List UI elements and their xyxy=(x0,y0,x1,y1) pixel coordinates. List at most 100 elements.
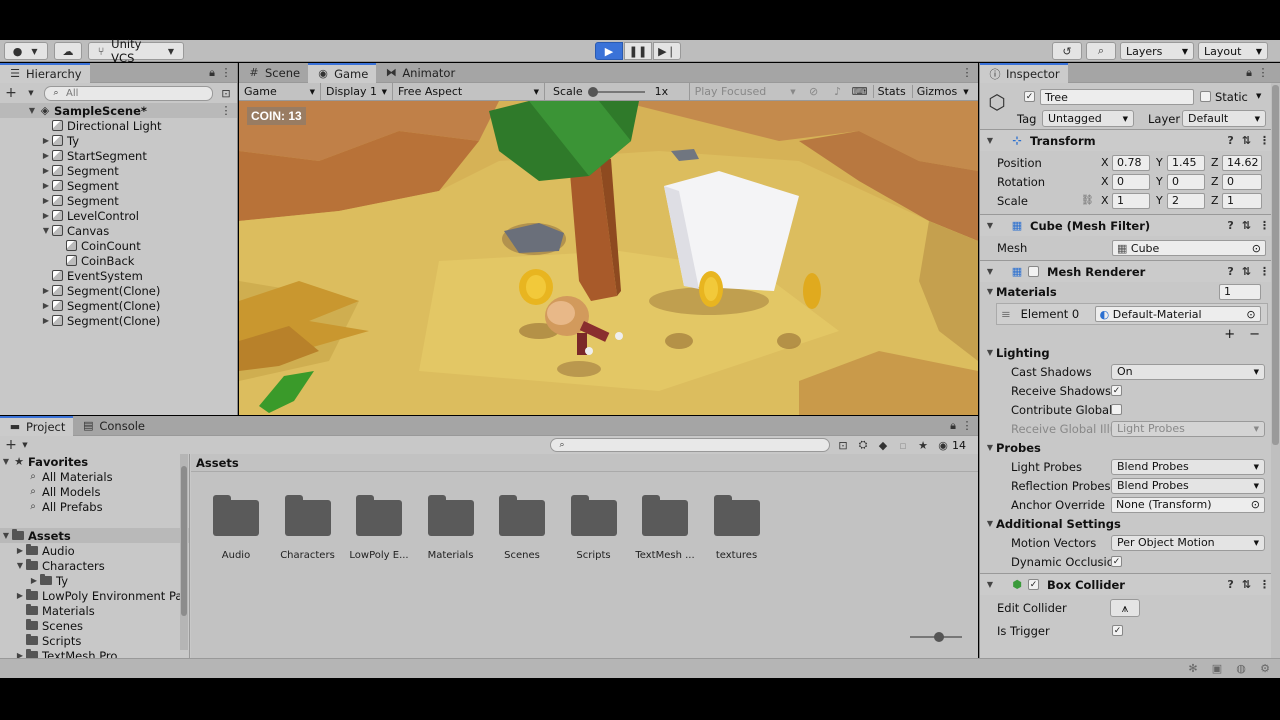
project-search[interactable]: ⌕ xyxy=(550,438,830,452)
tab-game[interactable]: ◉ Game xyxy=(308,62,377,83)
scrollbar-thumb[interactable] xyxy=(1272,85,1279,445)
expand-icon[interactable]: ▶ xyxy=(40,136,52,145)
icon-size-slider[interactable] xyxy=(910,632,962,642)
audio-icon[interactable]: ♪ xyxy=(831,85,845,99)
axis-y-label[interactable]: Y xyxy=(1156,194,1167,207)
step-button[interactable]: ▶❘ xyxy=(653,42,681,60)
kebab-menu-icon[interactable]: ⋮ xyxy=(219,66,233,80)
kebab-menu-icon[interactable]: ⋮ xyxy=(960,419,974,433)
expand-icon[interactable]: ▶ xyxy=(14,591,26,600)
axis-z-label[interactable]: Z xyxy=(1211,175,1222,188)
tab-scene[interactable]: # Scene xyxy=(239,63,308,83)
asset-tree-item[interactable]: ▶ TextMesh Pro xyxy=(0,648,189,658)
transform-rotation-x-field[interactable]: 0 xyxy=(1112,173,1150,190)
transform-position-x-field[interactable]: 0.78 xyxy=(1112,154,1150,171)
expand-icon[interactable]: ▼ xyxy=(14,561,26,570)
expand-icon[interactable]: ▶ xyxy=(40,151,52,160)
hierarchy-item[interactable]: ▶ Segment(Clone) xyxy=(0,283,237,298)
game-mode-dropdown[interactable]: Game ▼ xyxy=(239,83,321,100)
object-picker-icon[interactable]: ⊙ xyxy=(1246,308,1255,321)
scale-slider-knob[interactable] xyxy=(587,86,598,97)
chevron-down-icon[interactable]: ▼ xyxy=(18,438,32,452)
cloud-button[interactable]: ☁ xyxy=(54,42,82,60)
scene-root[interactable]: ▼ ◈ SampleScene* ⋮ xyxy=(0,103,237,118)
icon-size-slider-knob[interactable] xyxy=(934,632,944,642)
folder-asset[interactable]: Characters xyxy=(273,495,343,561)
tab-console[interactable]: ▤ Console xyxy=(73,416,153,436)
settings-icon[interactable]: ⚙ xyxy=(1258,662,1272,676)
display-dropdown[interactable]: Display 1 ▼ xyxy=(321,83,393,100)
help-icon[interactable]: ? xyxy=(1227,134,1233,147)
folder-asset[interactable]: LowPoly E... xyxy=(344,495,414,561)
axis-z-label[interactable]: Z xyxy=(1211,156,1222,169)
static-checkbox[interactable] xyxy=(1200,91,1211,102)
preset-icon[interactable]: ⇅ xyxy=(1242,219,1251,232)
asset-tree-item[interactable]: ▶ Audio xyxy=(0,543,189,558)
vcs-dropdown[interactable]: ⑂ Unity VCS ▼ xyxy=(88,37,184,65)
expand-icon[interactable]: ▼ xyxy=(984,348,996,357)
box-collider-enabled-checkbox[interactable]: ✓ xyxy=(1028,579,1039,590)
favorites-header[interactable]: ▼ ★ Favorites xyxy=(0,454,189,469)
hierarchy-item[interactable]: ▶ Ty xyxy=(0,133,237,148)
hierarchy-item[interactable]: ▶ StartSegment xyxy=(0,148,237,163)
bug-icon[interactable]: ✻ xyxy=(1186,662,1200,676)
axis-y-label[interactable]: Y xyxy=(1156,156,1167,169)
account-button[interactable]: ● ▼ xyxy=(4,42,48,60)
gizmos-button[interactable]: Gizmos xyxy=(911,85,962,98)
expand-icon[interactable]: ▶ xyxy=(40,286,52,295)
hierarchy-item[interactable]: EventSystem xyxy=(0,268,237,283)
constrain-proportions-icon[interactable]: ⛓ xyxy=(1081,195,1101,206)
kebab-menu-icon[interactable]: ⋮ xyxy=(960,66,974,80)
object-picker-icon[interactable]: ⊙ xyxy=(1252,242,1261,255)
expand-icon[interactable]: ▶ xyxy=(40,211,52,220)
help-icon[interactable]: ? xyxy=(1227,265,1233,278)
hierarchy-item[interactable]: ▶ LevelControl xyxy=(0,208,237,223)
asset-tree-item[interactable]: Scenes xyxy=(0,618,189,633)
hierarchy-item[interactable]: CoinCount xyxy=(0,238,237,253)
layers-dropdown[interactable]: Layers ▼ xyxy=(1120,42,1194,60)
tab-hierarchy[interactable]: ☰ Hierarchy xyxy=(0,62,90,83)
keyboard-icon[interactable]: ⌨ xyxy=(852,85,868,99)
pause-button[interactable]: ❚❚ xyxy=(624,42,652,60)
expand-icon[interactable]: ▼ xyxy=(984,267,996,276)
search-options-icon[interactable]: ⊡ xyxy=(836,438,850,452)
transform-position-y-field[interactable]: 1.45 xyxy=(1167,154,1205,171)
hierarchy-item[interactable]: Directional Light xyxy=(0,118,237,133)
asset-tree-item[interactable]: ▶ LowPoly Environment Pac xyxy=(0,588,189,603)
preset-icon[interactable]: ⇅ xyxy=(1242,265,1251,278)
transform-rotation-z-field[interactable]: 0 xyxy=(1222,173,1262,190)
tab-animator[interactable]: ⧓ Animator xyxy=(376,63,463,83)
object-name-field[interactable]: Tree xyxy=(1040,89,1194,105)
asset-tree-item[interactable]: Materials xyxy=(0,603,189,618)
box-collider-header[interactable]: ▼ ⬢ ✓ Box Collider ? ⇅ ⋮ xyxy=(980,573,1280,595)
chevron-down-icon[interactable]: ▼ xyxy=(1256,92,1261,100)
expand-icon[interactable]: ▶ xyxy=(28,576,40,585)
probes-section[interactable]: ▼ Probes xyxy=(980,438,1280,457)
cast-shadows-dropdown[interactable]: On ▼ xyxy=(1111,363,1265,380)
progress-icon[interactable]: ◍ xyxy=(1234,662,1248,676)
expand-icon[interactable]: ▼ xyxy=(26,106,38,115)
folder-asset[interactable]: Materials xyxy=(416,495,486,561)
element-0-field[interactable]: ◐ Default-Material ⊙ xyxy=(1094,306,1261,322)
additional-settings-section[interactable]: ▼ Additional Settings xyxy=(980,514,1280,533)
reflection-probes-dropdown[interactable]: Blend Probes ▼ xyxy=(1111,477,1265,494)
lighting-section[interactable]: ▼ Lighting xyxy=(980,343,1280,362)
axis-x-label[interactable]: X xyxy=(1101,175,1112,188)
kebab-menu-icon[interactable]: ⋮ xyxy=(219,104,233,118)
receive-shadows-checkbox[interactable]: ✓ xyxy=(1111,385,1122,396)
expand-icon[interactable]: ▶ xyxy=(40,166,52,175)
filter-type-icon[interactable]: ⛭ xyxy=(856,438,870,452)
hierarchy-item[interactable]: ▶ Segment(Clone) xyxy=(0,313,237,328)
search-options-icon[interactable]: ⊡ xyxy=(219,86,233,100)
hierarchy-item[interactable]: ▼ Canvas xyxy=(0,223,237,238)
tag-dropdown[interactable]: Untagged ▼ xyxy=(1042,110,1134,127)
transform-scale-y-field[interactable]: 2 xyxy=(1167,192,1205,209)
add-icon[interactable]: + xyxy=(4,437,18,453)
folder-asset[interactable]: Scenes xyxy=(487,495,557,561)
search-button[interactable]: ⌕ xyxy=(1086,42,1116,60)
dynamic-occlusion-checkbox[interactable]: ✓ xyxy=(1111,556,1122,567)
expand-icon[interactable]: ▼ xyxy=(984,443,996,452)
hierarchy-item[interactable]: CoinBack xyxy=(0,253,237,268)
asset-tree-item[interactable]: ▶ Ty xyxy=(0,573,189,588)
mesh-renderer-enabled-checkbox[interactable] xyxy=(1028,266,1039,277)
